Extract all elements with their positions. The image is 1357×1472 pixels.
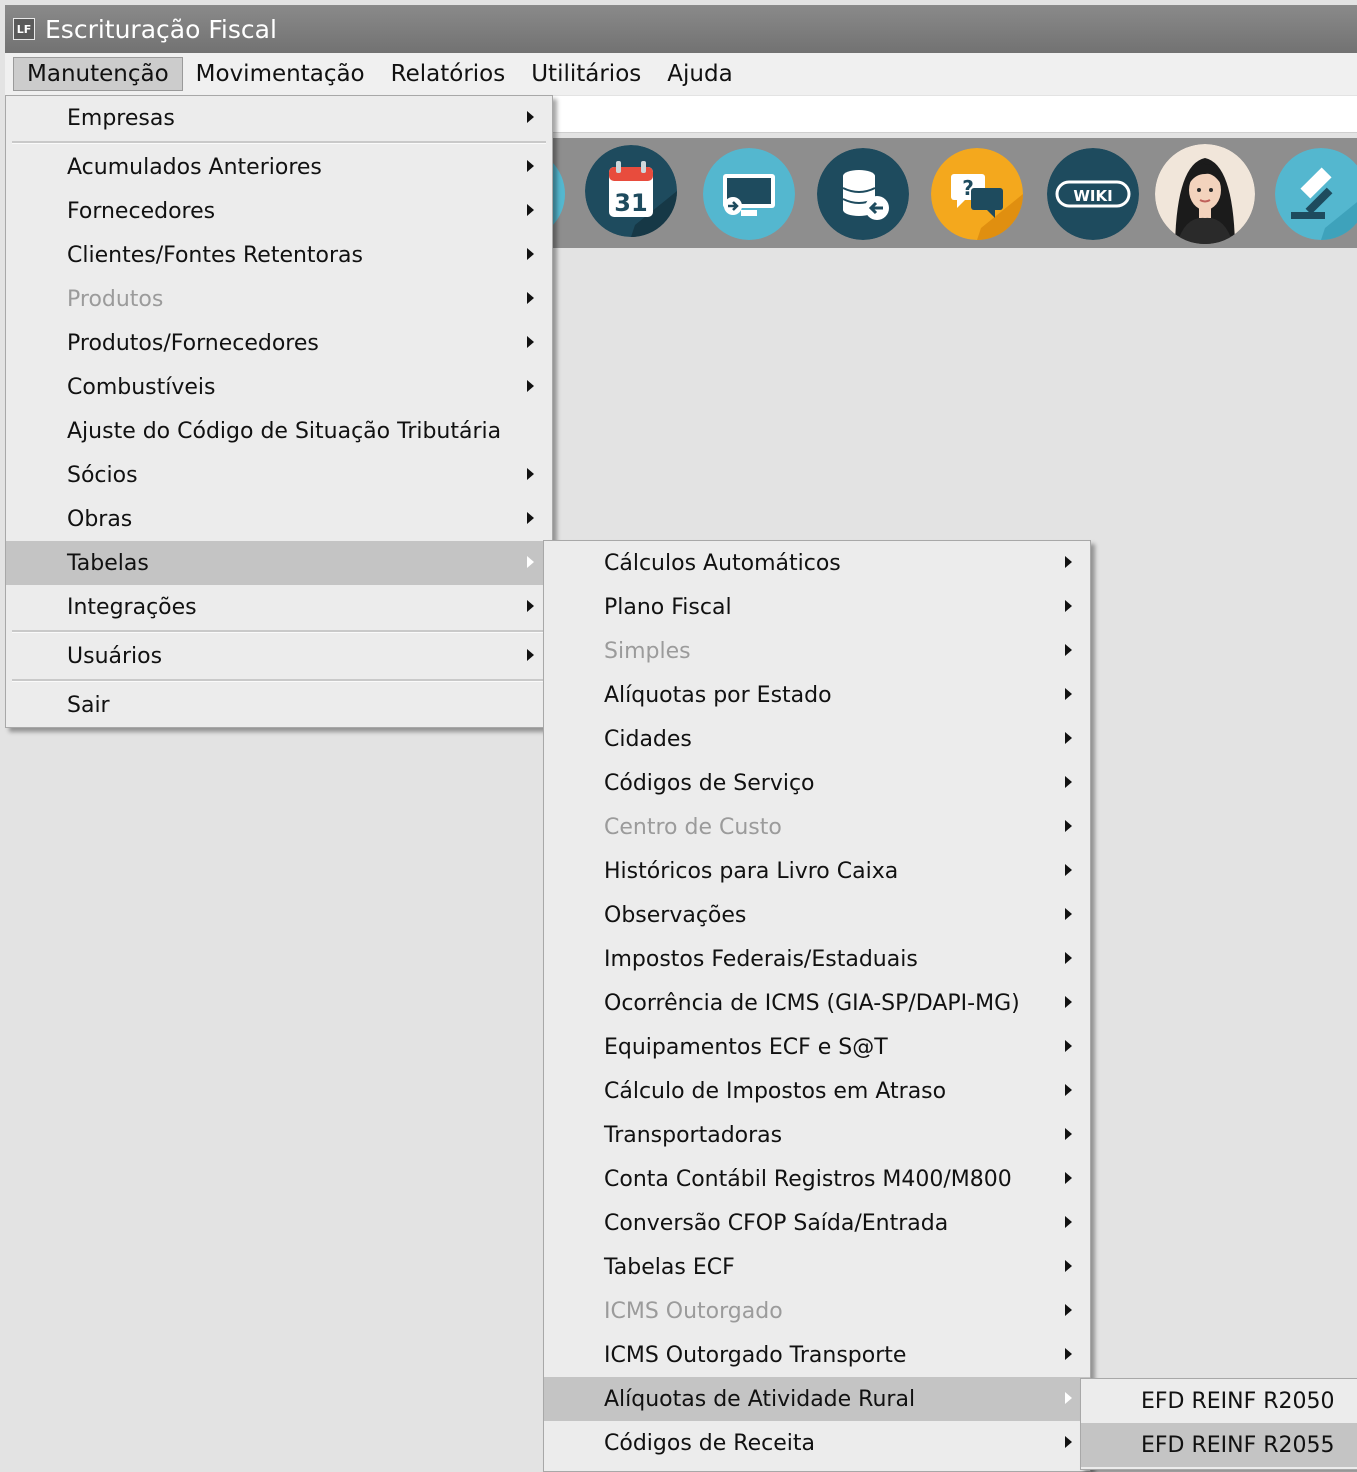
menu-item-efd-reinf-r2050[interactable]: EFD REINF R2050 [1081, 1379, 1357, 1423]
submenu-arrow-icon [1065, 1040, 1072, 1052]
submenu-arrow-icon [1065, 1304, 1072, 1316]
menu-separator [12, 141, 546, 144]
atividade-rural-submenu: EFD REINF R2050 EFD REINF R2055 [1080, 1378, 1357, 1470]
menu-separator [12, 679, 546, 682]
submenu-arrow-icon [1065, 908, 1072, 920]
menu-item-efd-reinf-r2055[interactable]: EFD REINF R2055 [1081, 1423, 1357, 1467]
menu-item-centro-de-custo: Centro de Custo [544, 805, 1090, 849]
avatar-icon[interactable] [1155, 144, 1255, 244]
menu-item-tabelas-ecf[interactable]: Tabelas ECF [544, 1245, 1090, 1289]
menu-item-codigos-de-receita[interactable]: Códigos de Receita [544, 1421, 1090, 1465]
submenu-arrow-icon [1065, 1348, 1072, 1360]
menu-item-aliquotas-atividade-rural[interactable]: Alíquotas de Atividade Rural [544, 1377, 1090, 1421]
submenu-arrow-icon [1065, 556, 1072, 568]
window-title: Escrituração Fiscal [45, 14, 277, 44]
menu-item-calculo-impostos-atraso[interactable]: Cálculo de Impostos em Atraso [544, 1069, 1090, 1113]
svg-text:WIKI: WIKI [1073, 187, 1112, 205]
submenu-arrow-icon [527, 160, 534, 172]
menu-item-transportadoras[interactable]: Transportadoras [544, 1113, 1090, 1157]
menu-item-icms-outorgado-transporte[interactable]: ICMS Outorgado Transporte [544, 1333, 1090, 1377]
manutencao-dropdown: Empresas Acumulados Anteriores Fornecedo… [5, 95, 553, 728]
submenu-arrow-icon [1065, 732, 1072, 744]
app-icon: LF [13, 18, 35, 40]
menu-item-conta-contabil-m400-m800[interactable]: Conta Contábil Registros M400/M800 [544, 1157, 1090, 1201]
submenu-arrow-icon [1065, 1216, 1072, 1228]
menu-item-ocorrencia-icms[interactable]: Ocorrência de ICMS (GIA-SP/DAPI-MG) [544, 981, 1090, 1025]
submenu-arrow-icon [527, 556, 534, 568]
submenu-arrow-icon [527, 336, 534, 348]
menu-item-produtos: Produtos [6, 277, 552, 321]
help-chat-icon[interactable]: ? [931, 148, 1023, 240]
submenu-arrow-icon [527, 111, 534, 123]
wiki-icon[interactable]: WIKI [1047, 148, 1139, 240]
submenu-arrow-icon [527, 600, 534, 612]
menu-item-calculos-automaticos[interactable]: Cálculos Automáticos [544, 541, 1090, 585]
menu-item-clientes-fontes-retentoras[interactable]: Clientes/Fontes Retentoras [6, 233, 552, 277]
submenu-arrow-icon [527, 248, 534, 260]
menu-item-sair[interactable]: Sair [6, 683, 552, 727]
menu-item-ajuste-cst[interactable]: Ajuste do Código de Situação Tributária [6, 409, 552, 453]
menu-item-produtos-fornecedores[interactable]: Produtos/Fornecedores [6, 321, 552, 365]
gavel-icon[interactable] [1275, 148, 1357, 240]
menu-item-simples: Simples [544, 629, 1090, 673]
submenu-arrow-icon [1065, 996, 1072, 1008]
calendar-icon[interactable]: 31 [585, 145, 677, 237]
svg-text:31: 31 [614, 189, 647, 217]
submenu-arrow-icon [1065, 1392, 1072, 1404]
menu-item-historicos-livro-caixa[interactable]: Históricos para Livro Caixa [544, 849, 1090, 893]
menu-ajuda[interactable]: Ajuda [654, 57, 745, 91]
menu-item-usuarios[interactable]: Usuários [6, 634, 552, 678]
menu-manutencao[interactable]: Manutenção [13, 57, 183, 91]
database-icon[interactable] [817, 148, 909, 240]
menu-item-conversao-cfop[interactable]: Conversão CFOP Saída/Entrada [544, 1201, 1090, 1245]
submenu-arrow-icon [527, 649, 534, 661]
submenu-arrow-icon [527, 468, 534, 480]
submenu-arrow-icon [1065, 1128, 1072, 1140]
submenu-arrow-icon [1065, 1172, 1072, 1184]
menu-item-socios[interactable]: Sócios [6, 453, 552, 497]
menu-item-aliquotas-por-estado[interactable]: Alíquotas por Estado [544, 673, 1090, 717]
tabelas-submenu: Cálculos Automáticos Plano Fiscal Simple… [543, 540, 1091, 1472]
menu-item-codigos-de-servico[interactable]: Códigos de Serviço [544, 761, 1090, 805]
submenu-arrow-icon [1065, 644, 1072, 656]
menu-item-empresas[interactable]: Empresas [6, 96, 552, 140]
submenu-arrow-icon [1065, 688, 1072, 700]
menu-item-integracoes[interactable]: Integrações [6, 585, 552, 629]
submenu-arrow-icon [1065, 952, 1072, 964]
submenu-arrow-icon [1065, 1084, 1072, 1096]
menu-movimentacao[interactable]: Movimentação [183, 57, 378, 91]
address-bar [553, 96, 1357, 133]
menu-item-cidades[interactable]: Cidades [544, 717, 1090, 761]
menu-item-equipamentos-ecf-sat[interactable]: Equipamentos ECF e S@T [544, 1025, 1090, 1069]
submenu-arrow-icon [1065, 776, 1072, 788]
menu-item-acumulados-anteriores[interactable]: Acumulados Anteriores [6, 145, 552, 189]
menu-item-tabelas[interactable]: Tabelas [6, 541, 552, 585]
submenu-arrow-icon [527, 380, 534, 392]
menu-separator [12, 630, 546, 633]
menu-item-plano-fiscal[interactable]: Plano Fiscal [544, 585, 1090, 629]
svg-text:?: ? [962, 176, 974, 200]
menu-utilitarios[interactable]: Utilitários [518, 57, 654, 91]
submenu-arrow-icon [1065, 1260, 1072, 1272]
menu-item-obras[interactable]: Obras [6, 497, 552, 541]
menu-relatorios[interactable]: Relatórios [378, 57, 519, 91]
title-bar: LF Escrituração Fiscal [5, 5, 1357, 53]
submenu-arrow-icon [527, 512, 534, 524]
submenu-arrow-icon [1065, 600, 1072, 612]
monitor-icon[interactable] [703, 148, 795, 240]
menu-item-observacoes[interactable]: Observações [544, 893, 1090, 937]
submenu-arrow-icon [1065, 864, 1072, 876]
menu-item-impostos-federais-estaduais[interactable]: Impostos Federais/Estaduais [544, 937, 1090, 981]
menu-bar: Manutenção Movimentação Relatórios Utili… [5, 53, 1357, 95]
toolbar: 31 ? WIKI [473, 138, 1357, 248]
submenu-arrow-icon [1065, 820, 1072, 832]
menu-item-icms-outorgado: ICMS Outorgado [544, 1289, 1090, 1333]
menu-item-combustiveis[interactable]: Combustíveis [6, 365, 552, 409]
submenu-arrow-icon [527, 204, 534, 216]
submenu-arrow-icon [1065, 1436, 1072, 1448]
menu-item-fornecedores[interactable]: Fornecedores [6, 189, 552, 233]
submenu-arrow-icon [527, 292, 534, 304]
